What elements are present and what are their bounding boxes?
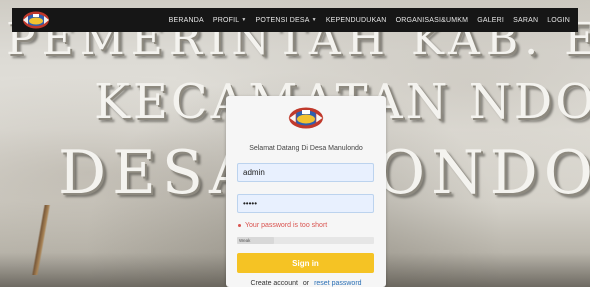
nav-organisasi-umkm[interactable]: ORGANISASI&UMKM: [396, 17, 469, 24]
navbar: BERANDA PROFIL ▼ POTENSI DESA ▼ KEPENDUDUK…: [12, 8, 578, 32]
regency-emblem-icon: [286, 106, 326, 130]
nav-potensi-desa[interactable]: POTENSI DESA ▼: [256, 17, 317, 24]
nav-login[interactable]: LOGIN: [547, 17, 570, 24]
bullet-icon: [238, 224, 241, 227]
account-links: Create account or reset password: [226, 280, 386, 287]
nav-beranda[interactable]: BERANDA: [169, 17, 204, 24]
nav-galeri[interactable]: GALERI: [477, 17, 504, 24]
chevron-down-icon: ▼: [241, 17, 247, 23]
password-strength-meter: Weak: [237, 237, 374, 244]
password-strength-label: Weak: [239, 238, 251, 243]
sign-in-button[interactable]: Sign in: [237, 253, 374, 273]
or-text: or: [302, 280, 310, 287]
regency-emblem-icon[interactable]: [20, 10, 52, 30]
reset-password-link[interactable]: reset password: [314, 280, 361, 287]
login-card: Selamat Datang Di Desa Manulondo Your pa…: [226, 96, 386, 287]
chevron-down-icon: ▼: [311, 17, 317, 23]
password-error-text: Your password is too short: [245, 222, 328, 229]
nav-profil[interactable]: PROFIL ▼: [213, 17, 247, 24]
username-input[interactable]: [237, 163, 374, 182]
password-error: Your password is too short: [238, 222, 327, 229]
password-input[interactable]: [237, 194, 374, 213]
nav-menu: BERANDA PROFIL ▼ POTENSI DESA ▼ KEPENDUDUK…: [169, 8, 570, 32]
nav-kependudukan[interactable]: KEPENDUDUKAN: [326, 17, 387, 24]
wall-crack: [30, 205, 52, 275]
nav-saran[interactable]: SARAN: [513, 17, 538, 24]
create-account-link[interactable]: Create account: [250, 280, 297, 287]
welcome-text: Selamat Datang Di Desa Manulondo: [249, 145, 363, 152]
